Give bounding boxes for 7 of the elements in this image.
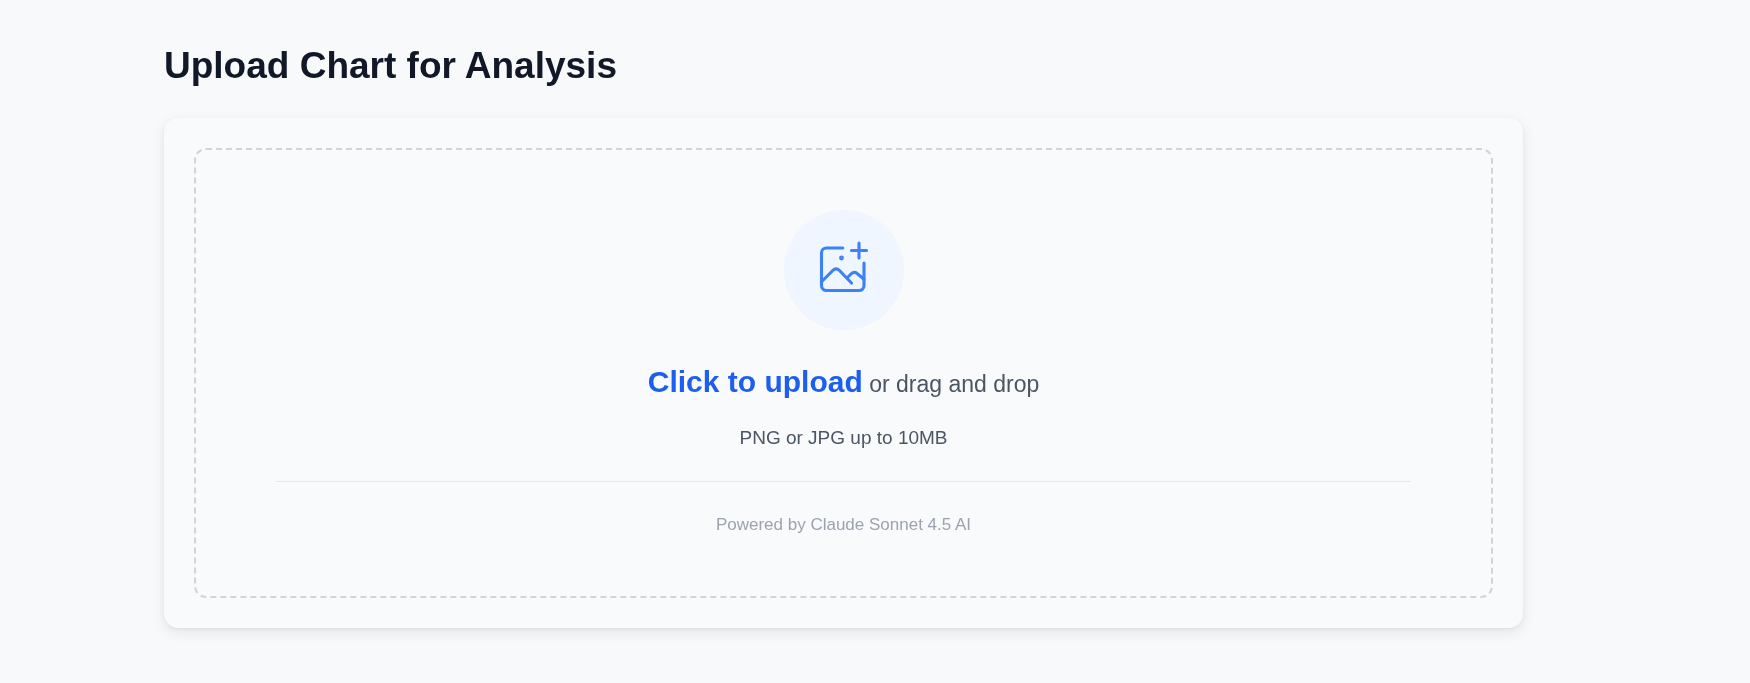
powered-by-note: Powered by Claude Sonnet 4.5 AI <box>715 514 972 536</box>
upload-prompt: Click to upload or drag and drop <box>647 365 1040 400</box>
upload-link[interactable]: Click to upload <box>647 365 863 398</box>
image-plus-icon <box>783 210 904 330</box>
file-type-hint: PNG or JPG up to 10MB <box>739 426 948 450</box>
upload-dropzone[interactable]: Click to upload or drag and drop PNG or JPG up to 10MB Powered by Claude Sonnet 4.5 AI <box>194 148 1493 598</box>
page-title: Upload Chart for Analysis <box>164 45 617 86</box>
